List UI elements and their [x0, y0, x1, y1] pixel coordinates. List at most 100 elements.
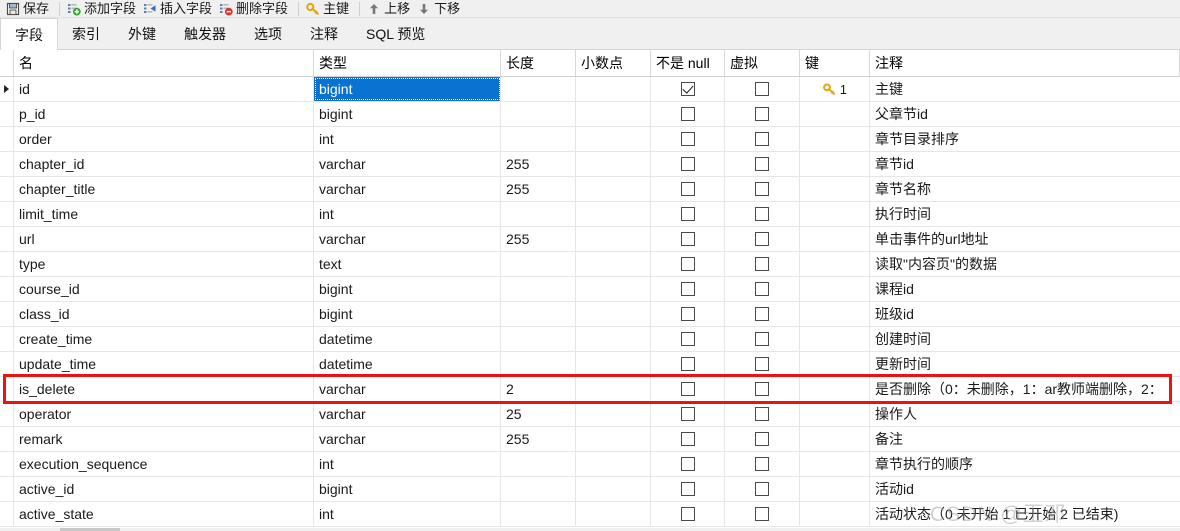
- table-row[interactable]: operator varchar 25 操作人: [0, 402, 1180, 427]
- cell-field-length[interactable]: 255: [501, 152, 576, 176]
- checkbox-unchecked-icon[interactable]: [755, 457, 769, 471]
- cell-key[interactable]: [800, 202, 870, 226]
- cell-comment[interactable]: 主键: [870, 77, 1180, 101]
- cell-field-decimals[interactable]: [576, 477, 651, 501]
- cell-field-decimals[interactable]: [576, 77, 651, 101]
- table-row[interactable]: id bigint 1 主键: [0, 77, 1180, 102]
- delete-field-button[interactable]: 删除字段: [217, 0, 293, 17]
- cell-key[interactable]: [800, 352, 870, 376]
- grid-header-type[interactable]: 类型: [314, 50, 501, 76]
- cell-not-null[interactable]: [651, 102, 725, 126]
- cell-comment[interactable]: 活动状态（0 未开始 1 已开始 2 已结束): [870, 502, 1180, 526]
- table-row[interactable]: url varchar 255 单击事件的url地址: [0, 227, 1180, 252]
- checkbox-unchecked-icon[interactable]: [680, 432, 695, 446]
- grid-header-not-null[interactable]: 不是 null: [651, 50, 725, 76]
- row-selector[interactable]: [0, 77, 14, 101]
- cell-field-length[interactable]: [501, 252, 576, 276]
- field-grid[interactable]: 名 类型 长度 小数点 不是 null 虚拟 键 注释 id bigint 1 主键 p…: [0, 50, 1180, 531]
- cell-not-null[interactable]: [651, 77, 725, 101]
- grid-header-virtual[interactable]: 虚拟: [725, 50, 800, 76]
- cell-comment[interactable]: 章节名称: [870, 177, 1180, 201]
- row-selector[interactable]: [0, 252, 14, 276]
- save-button[interactable]: 保存: [4, 0, 54, 17]
- cell-field-type[interactable]: datetime: [314, 352, 501, 376]
- checkbox-unchecked-icon[interactable]: [755, 332, 769, 346]
- checkbox-unchecked-icon[interactable]: [680, 457, 695, 471]
- row-selector[interactable]: [0, 202, 14, 226]
- table-row[interactable]: chapter_title varchar 255 章节名称: [0, 177, 1180, 202]
- cell-key[interactable]: [800, 427, 870, 451]
- insert-field-button[interactable]: 插入字段: [141, 0, 217, 17]
- row-selector[interactable]: [0, 452, 14, 476]
- cell-field-length[interactable]: [501, 202, 576, 226]
- checkbox-unchecked-icon[interactable]: [755, 257, 769, 271]
- checkbox-unchecked-icon[interactable]: [680, 407, 695, 421]
- cell-not-null[interactable]: [651, 477, 725, 501]
- cell-field-name[interactable]: update_time: [14, 352, 314, 376]
- cell-field-type[interactable]: datetime: [314, 327, 501, 351]
- row-selector[interactable]: [0, 152, 14, 176]
- cell-field-type[interactable]: bigint: [314, 477, 501, 501]
- cell-field-name[interactable]: class_id: [14, 302, 314, 326]
- checkbox-unchecked-icon[interactable]: [755, 207, 769, 221]
- cell-field-type[interactable]: bigint: [314, 277, 501, 301]
- cell-comment[interactable]: 操作人: [870, 402, 1180, 426]
- cell-comment[interactable]: 课程id: [870, 277, 1180, 301]
- cell-comment[interactable]: 是否删除（0：未删除，1：ar教师端删除，2：: [870, 377, 1180, 401]
- cell-field-decimals[interactable]: [576, 177, 651, 201]
- table-row[interactable]: create_time datetime 创建时间: [0, 327, 1180, 352]
- checkbox-unchecked-icon[interactable]: [755, 357, 769, 371]
- cell-field-length[interactable]: [501, 77, 576, 101]
- row-selector[interactable]: [0, 502, 14, 526]
- cell-virtual[interactable]: [725, 427, 800, 451]
- cell-field-decimals[interactable]: [576, 502, 651, 526]
- cell-key[interactable]: [800, 377, 870, 401]
- cell-field-type[interactable]: int: [314, 452, 501, 476]
- cell-not-null[interactable]: [651, 277, 725, 301]
- cell-field-type[interactable]: bigint: [314, 77, 501, 101]
- cell-key[interactable]: [800, 127, 870, 151]
- cell-field-name[interactable]: chapter_id: [14, 152, 314, 176]
- tab-4[interactable]: 选项: [240, 18, 296, 49]
- cell-comment[interactable]: 执行时间: [870, 202, 1180, 226]
- row-selector[interactable]: [0, 302, 14, 326]
- cell-not-null[interactable]: [651, 352, 725, 376]
- tab-5[interactable]: 注释: [296, 18, 352, 49]
- checkbox-unchecked-icon[interactable]: [680, 232, 695, 246]
- cell-virtual[interactable]: [725, 452, 800, 476]
- cell-field-name[interactable]: remark: [14, 427, 314, 451]
- row-selector[interactable]: [0, 127, 14, 151]
- cell-not-null[interactable]: [651, 502, 725, 526]
- row-selector[interactable]: [0, 277, 14, 301]
- table-row[interactable]: execution_sequence int 章节执行的顺序: [0, 452, 1180, 477]
- cell-field-length[interactable]: [501, 102, 576, 126]
- cell-field-decimals[interactable]: [576, 452, 651, 476]
- cell-field-decimals[interactable]: [576, 152, 651, 176]
- cell-field-decimals[interactable]: [576, 127, 651, 151]
- cell-field-decimals[interactable]: [576, 102, 651, 126]
- cell-field-length[interactable]: [501, 277, 576, 301]
- cell-field-decimals[interactable]: [576, 402, 651, 426]
- cell-not-null[interactable]: [651, 402, 725, 426]
- checkbox-unchecked-icon[interactable]: [755, 432, 769, 446]
- tab-3[interactable]: 触发器: [170, 18, 240, 49]
- cell-field-type[interactable]: varchar: [314, 227, 501, 251]
- cell-not-null[interactable]: [651, 152, 725, 176]
- cell-virtual[interactable]: [725, 477, 800, 501]
- cell-field-type[interactable]: int: [314, 127, 501, 151]
- table-row[interactable]: chapter_id varchar 255 章节id: [0, 152, 1180, 177]
- cell-field-decimals[interactable]: [576, 227, 651, 251]
- row-selector[interactable]: [0, 177, 14, 201]
- row-selector[interactable]: [0, 427, 14, 451]
- checkbox-checked-icon[interactable]: [680, 82, 695, 96]
- cell-key[interactable]: [800, 102, 870, 126]
- cell-key[interactable]: [800, 152, 870, 176]
- cell-field-length[interactable]: 255: [501, 427, 576, 451]
- checkbox-unchecked-icon[interactable]: [755, 82, 769, 96]
- checkbox-unchecked-icon[interactable]: [755, 407, 769, 421]
- cell-not-null[interactable]: [651, 127, 725, 151]
- cell-not-null[interactable]: [651, 452, 725, 476]
- grid-header-key[interactable]: 键: [800, 50, 870, 76]
- row-selector[interactable]: [0, 377, 14, 401]
- cell-comment[interactable]: 章节目录排序: [870, 127, 1180, 151]
